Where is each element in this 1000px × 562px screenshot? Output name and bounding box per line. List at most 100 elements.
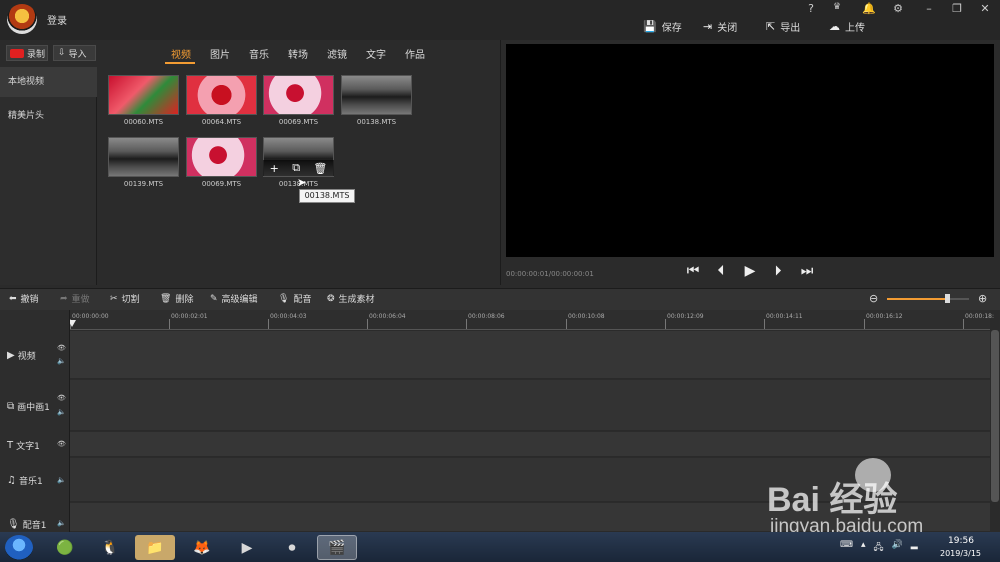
tray-arrow-icon[interactable]: ▴ bbox=[861, 540, 866, 556]
exit-icon: ⇥ bbox=[703, 19, 713, 33]
thumbnail[interactable] bbox=[108, 137, 179, 177]
play-button[interactable]: ▶ bbox=[741, 263, 759, 279]
tab-video[interactable]: 视频 bbox=[171, 46, 191, 61]
tab-text[interactable]: 文字 bbox=[366, 46, 386, 61]
ruler-tick bbox=[169, 319, 170, 329]
bell-icon[interactable]: 🔔 bbox=[862, 2, 876, 15]
upload-button[interactable]: ☁ 上传 bbox=[829, 18, 865, 34]
gear-icon[interactable]: ⚙ bbox=[891, 2, 905, 15]
save-button[interactable]: 💾 保存 bbox=[643, 18, 682, 34]
tab-music[interactable]: 音乐 bbox=[249, 46, 269, 61]
timeline-scrollbar[interactable] bbox=[991, 330, 999, 502]
speaker-icon[interactable]: 🔈 bbox=[57, 476, 66, 484]
exit-button[interactable]: ⇥ 关闭 bbox=[703, 18, 737, 34]
help-icon[interactable]: ? bbox=[804, 2, 818, 15]
advanced-edit-label: 高级编辑 bbox=[221, 295, 258, 305]
thumbnail[interactable] bbox=[108, 75, 179, 115]
ruler-tick bbox=[466, 319, 467, 329]
ruler-label: 00:00:06:04 bbox=[369, 313, 406, 320]
thumbnail-label: 00060.MTS bbox=[123, 118, 164, 126]
previous-frame-button[interactable]: ⏴ bbox=[712, 263, 730, 279]
ruler-tick bbox=[963, 319, 964, 329]
redo-button[interactable]: ➦ 重做 bbox=[60, 292, 90, 306]
thumbnail[interactable] bbox=[186, 137, 257, 177]
minimize-icon[interactable]: – bbox=[922, 2, 936, 15]
last-frame-button[interactable]: ⏭ bbox=[798, 263, 816, 279]
eye-icon[interactable]: 👁 bbox=[57, 440, 66, 448]
keyboard-icon[interactable]: ⌨ bbox=[840, 540, 853, 556]
eye-icon[interactable]: 👁 bbox=[57, 344, 66, 352]
redo-icon: ➦ bbox=[60, 293, 68, 304]
add-to-pip-icon[interactable]: ⧉ bbox=[292, 161, 300, 175]
start-button[interactable] bbox=[5, 535, 33, 560]
track-label-music: ♫ 音乐1 bbox=[7, 475, 43, 487]
speaker-icon[interactable]: 🔈 bbox=[57, 519, 66, 527]
volume-icon[interactable]: 🔊 bbox=[892, 540, 903, 556]
vip-icon[interactable]: ♛ bbox=[830, 2, 844, 12]
sidebar-item-intro[interactable]: 精美片头 bbox=[0, 101, 97, 131]
clock-date[interactable]: 2019/3/15 bbox=[940, 549, 981, 558]
taskbar-qq-icon[interactable]: 🐧 bbox=[90, 535, 130, 560]
taskbar-app-green-icon[interactable]: 🟢 bbox=[45, 535, 85, 560]
zoom-in-icon[interactable]: ⊕ bbox=[978, 292, 987, 305]
eye-icon[interactable]: 👁 bbox=[57, 394, 66, 402]
thumbnail[interactable] bbox=[263, 75, 334, 115]
track-label-pip: ⧉ 画中画1 bbox=[7, 401, 50, 413]
close-icon[interactable]: ✕ bbox=[978, 2, 992, 15]
clock-time[interactable]: 19:56 bbox=[948, 536, 974, 546]
tab-works[interactable]: 作品 bbox=[405, 46, 425, 61]
advanced-edit-button[interactable]: ✎ 高级编辑 bbox=[210, 292, 258, 306]
speaker-icon[interactable]: 🔈 bbox=[57, 408, 66, 416]
app-logo bbox=[7, 4, 37, 34]
delete-button[interactable]: 🗑 删除 bbox=[160, 292, 194, 306]
thumbnail-label: 00069.MTS bbox=[278, 118, 319, 126]
edit-toolbar bbox=[0, 288, 1000, 310]
undo-button[interactable]: ⬅ 撤销 bbox=[9, 292, 39, 306]
track-video[interactable] bbox=[70, 331, 990, 379]
next-frame-button[interactable]: ⏵ bbox=[769, 263, 787, 279]
taskbar-player-icon[interactable]: ▶ bbox=[227, 535, 267, 560]
import-button[interactable]: ⇩ 导入 bbox=[53, 45, 96, 61]
network-icon[interactable]: 🖧 bbox=[874, 540, 884, 556]
ruler-tick bbox=[268, 319, 269, 329]
track-pip[interactable] bbox=[70, 380, 990, 431]
restore-icon[interactable]: ❐ bbox=[950, 2, 964, 15]
zoom-out-icon[interactable]: ⊖ bbox=[869, 292, 878, 305]
cut-button[interactable]: ✂ 切割 bbox=[110, 292, 140, 306]
thumbnail-label: 00069.MTS bbox=[201, 180, 242, 188]
sidebar-item-local-video[interactable]: 本地视频 bbox=[0, 67, 97, 97]
thumbnail[interactable] bbox=[186, 75, 257, 115]
dub-button[interactable]: 🎙 配音 bbox=[278, 292, 311, 306]
record-icon bbox=[10, 48, 24, 58]
speaker-icon[interactable]: 🔈 bbox=[57, 357, 66, 365]
cut-icon: ✂ bbox=[110, 293, 118, 304]
export-icon: ⇱ bbox=[766, 19, 776, 33]
tab-image[interactable]: 图片 bbox=[210, 46, 230, 61]
active-tab-indicator bbox=[165, 62, 195, 64]
login-link[interactable]: 登录 bbox=[47, 12, 67, 27]
zoom-slider-handle[interactable] bbox=[945, 294, 950, 303]
tooltip: 00138.MTS bbox=[299, 189, 355, 203]
tab-transition[interactable]: 转场 bbox=[288, 46, 308, 61]
trash-icon[interactable]: 🗑 bbox=[313, 162, 327, 175]
taskbar-record-icon[interactable]: ⏺ bbox=[272, 535, 312, 560]
signal-icon[interactable]: ▂ bbox=[911, 540, 918, 556]
music-icon: ♫ bbox=[7, 475, 16, 486]
advanced-edit-icon: ✎ bbox=[210, 293, 218, 304]
add-to-timeline-icon[interactable]: + bbox=[270, 162, 279, 175]
taskbar-explorer-icon[interactable]: 📁 bbox=[135, 535, 175, 560]
taskbar-editor-icon[interactable]: 🎬 bbox=[317, 535, 357, 560]
delete-label: 删除 bbox=[175, 295, 194, 305]
delete-icon: 🗑 bbox=[160, 293, 172, 304]
export-label: 导出 bbox=[780, 22, 801, 34]
tab-filter[interactable]: 滤镜 bbox=[327, 46, 347, 61]
thumbnail[interactable] bbox=[341, 75, 412, 115]
taskbar-firefox-icon[interactable]: 🦊 bbox=[182, 535, 222, 560]
generate-material-button[interactable]: ❂ 生成素材 bbox=[327, 292, 375, 306]
timeline-ruler[interactable] bbox=[70, 310, 990, 330]
record-button[interactable]: 录制 bbox=[6, 45, 48, 61]
track-text[interactable] bbox=[70, 432, 990, 457]
export-button[interactable]: ⇱ 导出 bbox=[766, 18, 800, 34]
cut-label: 切割 bbox=[121, 295, 140, 305]
first-frame-button[interactable]: ⏮ bbox=[684, 263, 702, 279]
